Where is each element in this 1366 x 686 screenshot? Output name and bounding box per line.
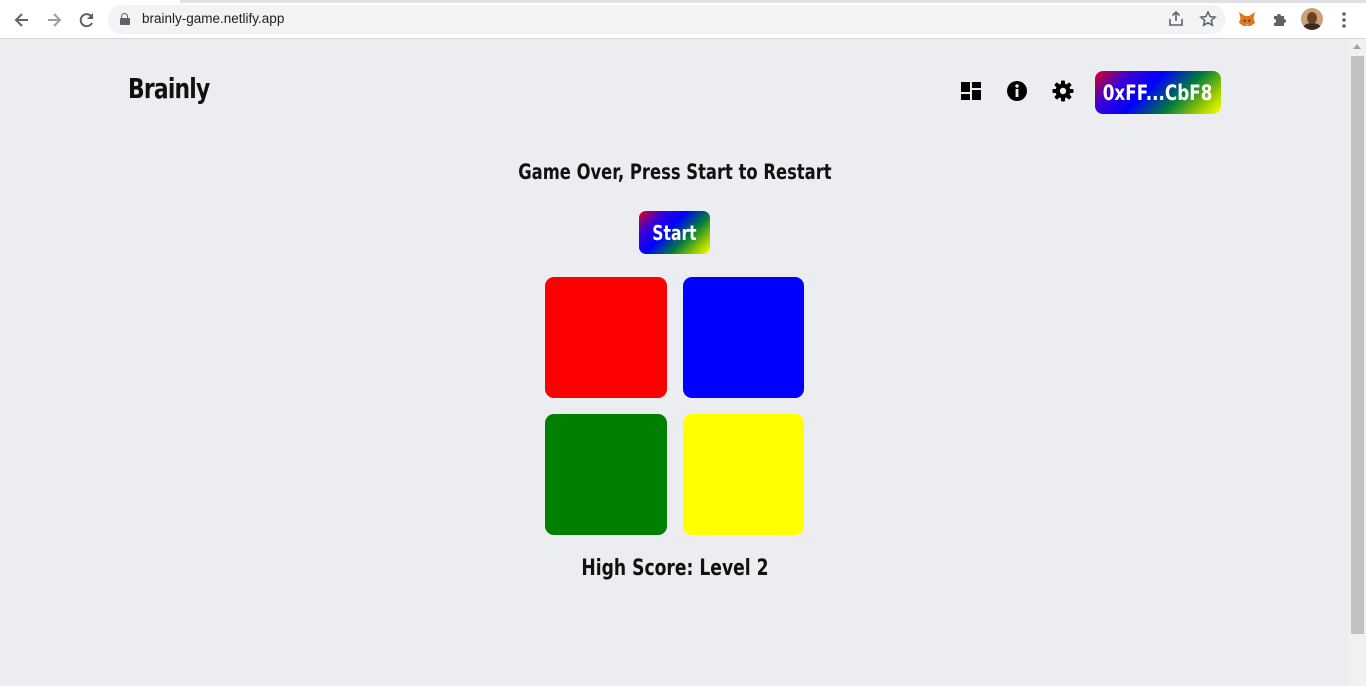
- settings-gear-icon[interactable]: [1052, 80, 1074, 102]
- kebab-menu-icon[interactable]: [1334, 10, 1354, 30]
- browser-toolbar: brainly-game.netlify.app: [0, 0, 1366, 39]
- tab-strip: [0, 0, 1366, 3]
- green-pad[interactable]: [545, 414, 667, 535]
- scroll-up-arrow-icon[interactable]: [1353, 44, 1361, 49]
- high-score-text: High Score: Level 2: [580, 556, 769, 581]
- profile-avatar[interactable]: [1301, 8, 1323, 30]
- yellow-pad[interactable]: [683, 414, 804, 535]
- address-bar[interactable]: brainly-game.netlify.app: [108, 5, 1226, 34]
- game-status-text: Game Over, Press Start to Restart: [517, 160, 832, 184]
- url-text: brainly-game.netlify.app: [142, 11, 285, 26]
- start-button-label: Start: [652, 220, 697, 245]
- reload-icon: [79, 13, 94, 28]
- brand-logo[interactable]: Brainly: [128, 72, 210, 105]
- dashboard-icon[interactable]: [960, 80, 982, 102]
- share-icon[interactable]: [1167, 10, 1185, 28]
- arrow-left-icon: [14, 13, 28, 27]
- extensions-puzzle-icon[interactable]: [1270, 10, 1290, 30]
- metamask-fox-icon[interactable]: [1238, 11, 1256, 27]
- back-button[interactable]: [12, 10, 32, 30]
- bookmark-star-icon[interactable]: [1199, 10, 1217, 28]
- forward-button[interactable]: [44, 10, 64, 30]
- reload-button[interactable]: [77, 10, 97, 30]
- wallet-address-button[interactable]: 0xFF...CbF8: [1095, 71, 1221, 114]
- info-icon[interactable]: [1006, 80, 1028, 102]
- red-pad[interactable]: [545, 277, 667, 398]
- page-scrollbar[interactable]: [1349, 39, 1366, 686]
- arrow-right-icon: [48, 13, 62, 27]
- lock-icon: [120, 13, 130, 25]
- wallet-address-label: 0xFF...CbF8: [1103, 80, 1213, 105]
- start-button[interactable]: Start: [639, 211, 710, 254]
- blue-pad[interactable]: [683, 277, 804, 398]
- scrollbar-thumb[interactable]: [1351, 56, 1364, 634]
